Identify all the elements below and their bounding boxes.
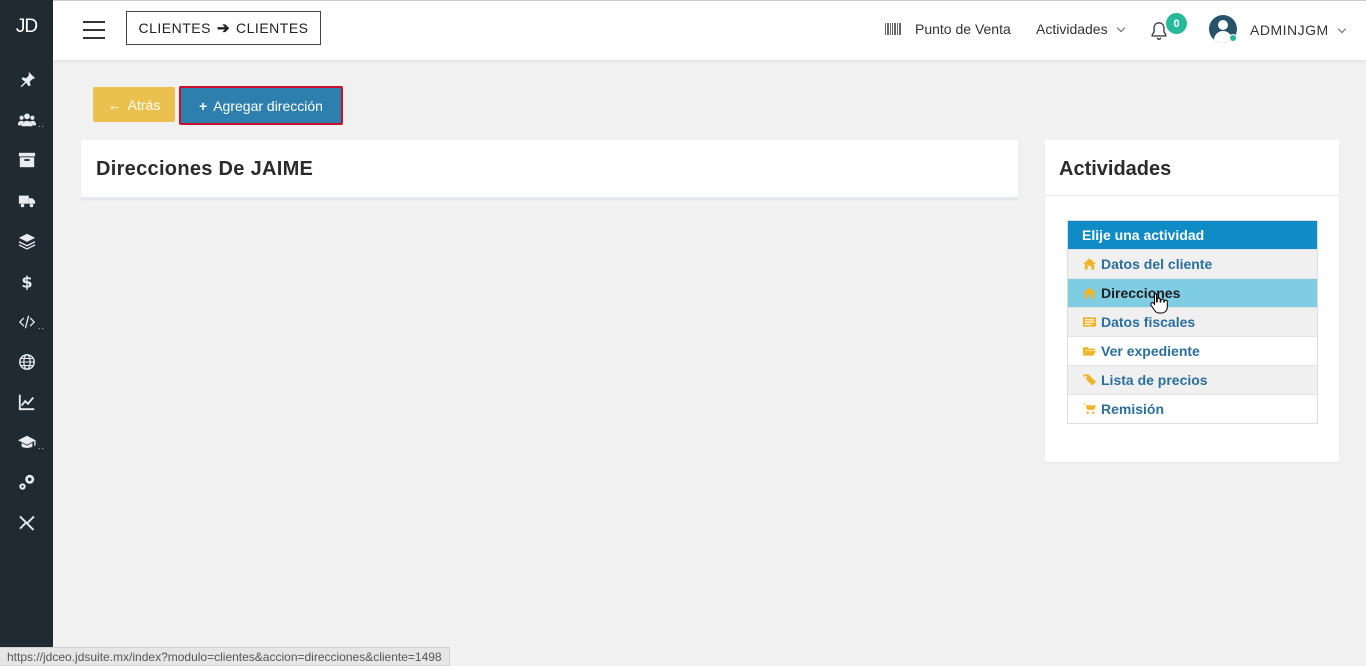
activity-item-lista-precios[interactable]: Lista de precios: [1068, 365, 1317, 394]
folder-icon: [1082, 345, 1096, 357]
truck-icon[interactable]: [0, 186, 53, 216]
page-title: Direcciones De JAIME: [96, 158, 314, 180]
breadcrumb-from: CLIENTES: [138, 20, 211, 36]
svg-text:$: $: [21, 272, 32, 290]
back-button[interactable]: ← Atrás: [93, 87, 175, 122]
sidebar: JD .. $ .. ..: [0, 0, 53, 666]
back-label: Atrás: [127, 96, 161, 113]
activity-item-label: Ver expediente: [1101, 343, 1200, 359]
dollar-icon[interactable]: $: [0, 266, 53, 296]
activity-item-remision[interactable]: Remisión: [1068, 394, 1317, 423]
activity-item-label: Remisión: [1101, 401, 1165, 417]
addresses-panel: Direcciones De JAIME: [81, 140, 1018, 199]
settings-icon[interactable]: [0, 467, 53, 497]
activity-item-label: Datos del cliente: [1101, 256, 1213, 272]
user-menu[interactable]: ADMINJGM: [1250, 22, 1346, 38]
id-card-icon: [1082, 316, 1096, 328]
plus-icon: +: [199, 97, 208, 114]
pos-link[interactable]: Punto de Venta: [885, 21, 1011, 37]
tags-icon: [1082, 374, 1096, 386]
barcode-icon: [885, 23, 901, 35]
archive-icon[interactable]: [0, 145, 53, 175]
pin-icon[interactable]: [0, 65, 53, 95]
topbar: CLIENTES ➔ CLIENTES Punto de Venta Activ…: [53, 0, 1366, 60]
divider: [1045, 195, 1339, 196]
globe-icon[interactable]: [0, 347, 53, 377]
menu-toggle-icon[interactable]: [83, 21, 105, 39]
users-icon[interactable]: ..: [0, 105, 53, 135]
activity-item-datos-fiscales[interactable]: Datos fiscales: [1068, 307, 1317, 336]
activities-panel: Actividades Elije una actividad Datos de…: [1045, 140, 1339, 462]
activity-item-datos-cliente[interactable]: Datos del cliente: [1068, 249, 1317, 278]
activities-dropdown[interactable]: Actividades: [1036, 21, 1125, 37]
chart-icon[interactable]: [0, 387, 53, 417]
hand-cursor-icon: [1150, 293, 1168, 314]
chevron-down-icon: [1116, 23, 1125, 32]
status-bar-url: https://jdceo.jdsuite.mx/index?modulo=cl…: [0, 647, 450, 666]
add-address-button[interactable]: + Agregar dirección: [179, 86, 343, 125]
add-address-label: Agregar dirección: [213, 97, 323, 114]
notification-badge[interactable]: 0: [1166, 13, 1187, 34]
activities-label: Actividades: [1036, 21, 1108, 37]
graduation-cap-icon[interactable]: ..: [0, 427, 53, 457]
home-icon: [1082, 287, 1096, 299]
arrow-left-icon: ←: [107, 96, 122, 113]
activity-item-label: Direcciones: [1101, 285, 1181, 301]
chevron-down-icon: [1337, 24, 1346, 33]
code-icon[interactable]: ..: [0, 307, 53, 337]
arrow-right-icon: ➔: [216, 20, 231, 37]
activities-list-header: Elije una actividad: [1068, 221, 1317, 249]
cart-icon: [1082, 403, 1096, 415]
divider: [81, 197, 1018, 199]
pos-label: Punto de Venta: [915, 21, 1011, 37]
activity-item-label: Lista de precios: [1101, 372, 1208, 388]
activities-title: Actividades: [1059, 158, 1172, 180]
activity-item-direcciones[interactable]: Direcciones: [1068, 278, 1317, 307]
home-icon: [1082, 258, 1096, 270]
activity-item-label: Datos fiscales: [1101, 314, 1196, 330]
activities-list: Elije una actividad Datos del cliente Di…: [1067, 220, 1318, 424]
tools-icon[interactable]: [0, 508, 53, 538]
layers-icon[interactable]: [0, 226, 53, 256]
online-status-dot: [1229, 34, 1237, 42]
breadcrumb-to: CLIENTES: [236, 20, 309, 36]
app-logo[interactable]: JD: [0, 0, 53, 54]
breadcrumb[interactable]: CLIENTES ➔ CLIENTES: [126, 11, 321, 45]
activity-item-ver-expediente[interactable]: Ver expediente: [1068, 336, 1317, 365]
user-name: ADMINJGM: [1250, 22, 1329, 38]
